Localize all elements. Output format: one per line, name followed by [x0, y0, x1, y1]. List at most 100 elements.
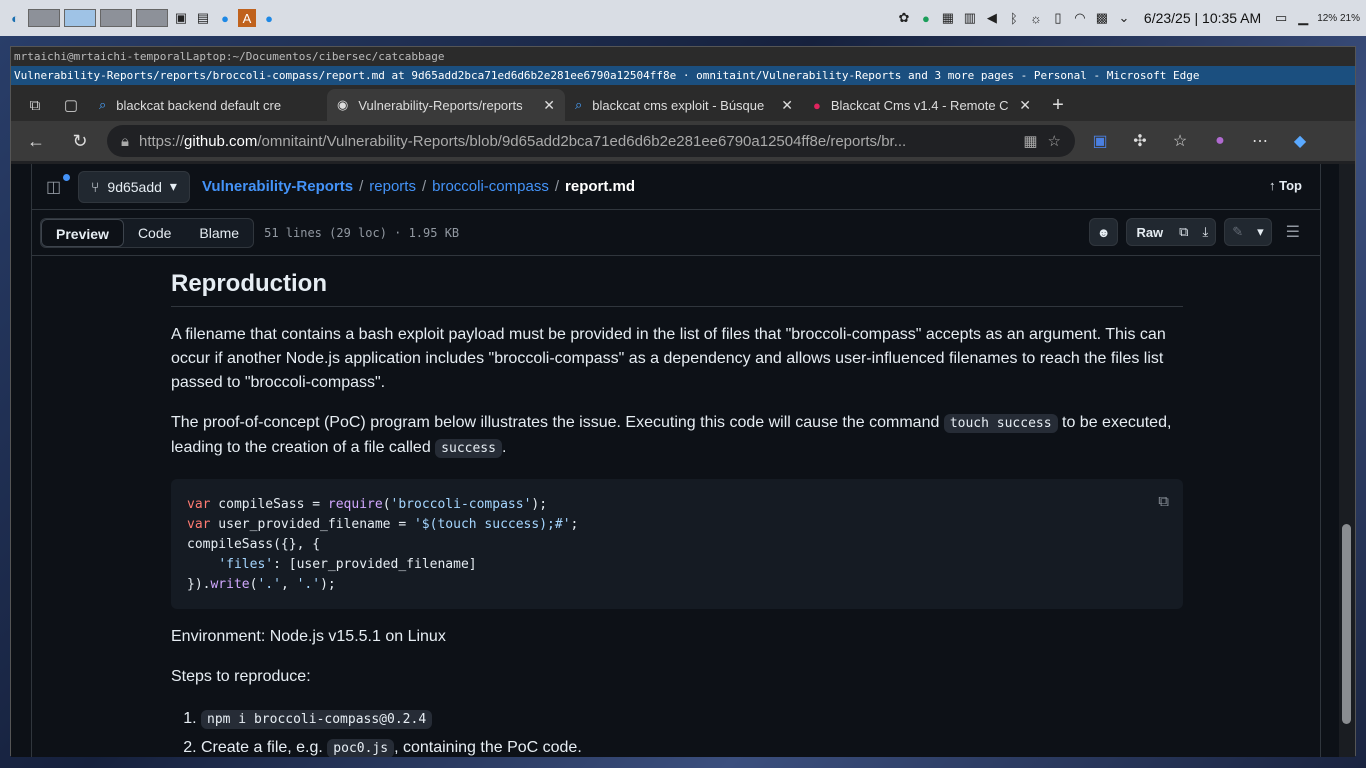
code-line-4: 'files': [user_provided_filename]: [218, 557, 477, 572]
workspace-1[interactable]: [28, 9, 60, 27]
show-desktop-icon[interactable]: ▭: [1273, 10, 1289, 26]
app-available-icon[interactable]: ▦: [1023, 132, 1037, 150]
close-icon[interactable]: ✕: [1019, 97, 1031, 114]
new-tab-button[interactable]: +: [1041, 94, 1075, 117]
scrollbar-thumb[interactable]: [1342, 524, 1351, 724]
wifi-icon[interactable]: ◠: [1072, 10, 1088, 26]
caret-down-icon[interactable]: ▾: [1250, 224, 1271, 240]
crumb-reports[interactable]: reports: [369, 178, 416, 195]
updates-icon[interactable]: ▩: [1094, 10, 1110, 26]
edit-actions: ✎ ▾: [1224, 218, 1272, 246]
environment-text: Environment: Node.js v15.5.1 on Linux: [171, 628, 446, 645]
close-icon[interactable]: ✕: [781, 97, 793, 114]
system-tray: ✿ ● ▦ ▥ ◀ ᛒ ☼ ▯ ◠ ▩ ⌄ 6/23/25 | 10:35 AM…: [896, 10, 1360, 26]
crumb-broccoli[interactable]: broccoli-compass: [432, 178, 549, 195]
top-button[interactable]: ↑ Top: [1269, 178, 1302, 193]
bitwarden-icon[interactable]: ▣: [1085, 131, 1115, 151]
volume-icon[interactable]: ◀: [984, 10, 1000, 26]
tab-label: Vulnerability-Reports/reports: [358, 97, 523, 113]
list-item: npm i broccoli-compass@0.2.4: [201, 705, 1183, 734]
tab-0[interactable]: ⌕ blackcat backend default cre: [89, 89, 327, 121]
view-mode-tabs: Preview Code Blame: [40, 217, 255, 248]
crumb-sep: /: [421, 178, 427, 195]
tab-actions-icon[interactable]: ▢: [53, 89, 89, 121]
copy-raw-icon[interactable]: ⧉: [1172, 224, 1195, 240]
code-line-1: var compileSass = require('broccoli-comp…: [187, 497, 548, 512]
github-icon: ◉: [337, 97, 349, 112]
crumb-repo[interactable]: Vulnerability-Reports: [202, 178, 353, 195]
browser-window: mrtaichi@mrtaichi-temporalLaptop:~/Docum…: [10, 46, 1356, 757]
edge-window-icon[interactable]: ●: [260, 9, 278, 27]
code-block: var compileSass = require('broccoli-comp…: [171, 479, 1183, 609]
profile-avatar[interactable]: ●: [1205, 132, 1235, 150]
tab-2[interactable]: ⌕ blackcat cms exploit - Búsque ✕: [565, 89, 803, 121]
clock[interactable]: 6/23/25 | 10:35 AM: [1144, 10, 1261, 26]
window-title: Vulnerability-Reports/reports/broccoli-c…: [11, 66, 1355, 85]
search-icon: ⌕: [99, 97, 107, 112]
raw-button[interactable]: Raw: [1127, 225, 1172, 240]
clipboard-icon[interactable]: ▦: [940, 10, 956, 26]
battery-icon[interactable]: ▯: [1050, 10, 1066, 26]
url-input[interactable]: 🔒︎ https://github.com/omnitaint/Vulnerab…: [107, 125, 1075, 157]
sync-icon[interactable]: ●: [918, 11, 934, 26]
terminal-icon[interactable]: ▣: [172, 9, 190, 27]
workspaces-icon[interactable]: ⧉: [17, 89, 53, 121]
section-heading: Reproduction: [171, 256, 1183, 307]
tab-1[interactable]: ◉ Vulnerability-Reports/reports ✕: [327, 89, 565, 121]
media-icon[interactable]: ▥: [962, 10, 978, 26]
pencil-icon[interactable]: ✎: [1225, 224, 1250, 240]
search-icon: ⌕: [575, 97, 583, 112]
url-text: https://github.com/omnitaint/Vulnerabili…: [138, 132, 907, 150]
lock-icon: 🔒︎: [121, 132, 129, 150]
branch-selector[interactable]: ⑂ 9d65add ▾: [78, 170, 190, 203]
crumb-sep: /: [359, 178, 364, 195]
tab-label: blackcat backend default cre: [116, 97, 282, 113]
tab-3[interactable]: ● Blackcat Cms v1.4 - Remote C ✕: [803, 89, 1041, 121]
inline-code: poc0.js: [327, 739, 395, 757]
top-label: Top: [1279, 178, 1302, 193]
folder-icon[interactable]: ▤: [194, 9, 212, 27]
tab-label: blackcat cms exploit - Búsque: [592, 97, 765, 113]
extensions-icon[interactable]: ✣: [1125, 131, 1155, 151]
copilot-icon: ☻: [1096, 224, 1111, 240]
brightness-icon[interactable]: ☼: [1028, 11, 1044, 26]
close-icon[interactable]: ✕: [543, 97, 555, 114]
tab-strip: ⧉ ▢ ⌕ blackcat backend default cre ◉ Vul…: [11, 85, 1355, 121]
favorite-star-icon[interactable]: ☆: [1048, 132, 1061, 150]
arrow-up-icon: ↑: [1269, 178, 1276, 193]
app-launcher-icon[interactable]: ◐: [6, 9, 24, 27]
back-icon[interactable]: ←: [19, 131, 53, 152]
chevron-down-icon[interactable]: ⌄: [1116, 10, 1132, 26]
copy-code-icon[interactable]: ⧉: [1158, 491, 1169, 511]
app-a-icon[interactable]: A: [238, 9, 256, 27]
page-scrollbar[interactable]: [1339, 164, 1355, 757]
workspace-2[interactable]: [64, 9, 96, 27]
copilot-button[interactable]: ☻: [1088, 218, 1119, 246]
file-toolbar: Preview Code Blame 51 lines (29 loc) · 1…: [31, 210, 1321, 256]
notifications-icon[interactable]: ✿: [896, 10, 912, 26]
menu-icon[interactable]: ⋯: [1245, 131, 1275, 151]
file-header: ◫ ⑂ 9d65add ▾ Vulnerability-Reports / re…: [31, 164, 1321, 210]
taskbar: ◐ ▣ ▤ ● A ● ✿ ● ▦ ▥ ◀ ᛒ ☼ ▯ ◠ ▩ ⌄ 6/23/2…: [0, 0, 1366, 36]
raw-actions: Raw ⧉ ⤓: [1126, 218, 1217, 246]
outline-icon[interactable]: ☰: [1280, 222, 1306, 242]
copilot-icon[interactable]: ◆: [1285, 131, 1315, 151]
edge-icon[interactable]: ●: [216, 9, 234, 27]
download-icon[interactable]: ⤓: [1195, 224, 1215, 240]
file-actions: ☻ Raw ⧉ ⤓ ✎ ▾ ☰: [1088, 218, 1306, 246]
file-stats: 51 lines (29 loc) · 1.95 KB: [264, 225, 460, 240]
crumb-sep: /: [554, 178, 560, 195]
workspace-4[interactable]: [136, 9, 168, 27]
branch-name: 9d65add: [107, 178, 162, 195]
breadcrumb: Vulnerability-Reports / reports / brocco…: [202, 178, 635, 195]
cpu-graph-icon: ▁: [1298, 10, 1309, 25]
tab-code[interactable]: Code: [124, 219, 185, 247]
refresh-icon[interactable]: ↻: [63, 131, 97, 152]
paragraph-1: A filename that contains a bash exploit …: [171, 326, 1166, 391]
bluetooth-icon[interactable]: ᛒ: [1006, 11, 1022, 26]
side-panel-icon[interactable]: ◫: [46, 173, 70, 197]
workspace-3[interactable]: [100, 9, 132, 27]
tab-blame[interactable]: Blame: [185, 219, 253, 247]
favorites-icon[interactable]: ☆: [1165, 131, 1195, 151]
tab-preview[interactable]: Preview: [41, 218, 124, 247]
